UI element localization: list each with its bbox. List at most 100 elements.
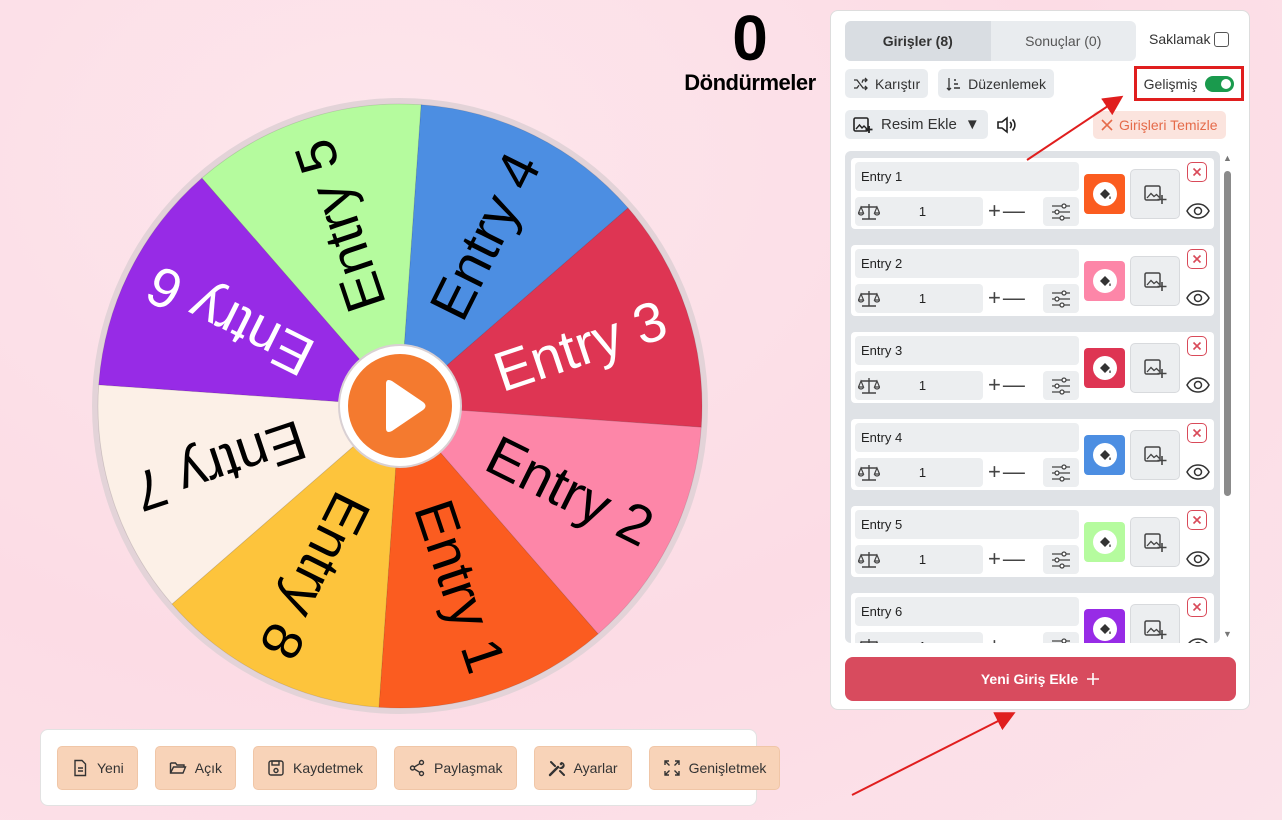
plus-icon[interactable]: +	[988, 633, 1003, 644]
weight-value[interactable]: 1	[880, 378, 965, 393]
entry-name-input[interactable]: Entry 1	[855, 162, 1079, 191]
add-image-dropdown[interactable]: Resim Ekle ▼	[845, 110, 988, 139]
plus-icon[interactable]: +	[988, 285, 1003, 310]
weight-field[interactable]: 1	[855, 458, 983, 487]
entries-scrollbar[interactable]: ▲ ▼	[1221, 151, 1233, 643]
weight-value[interactable]: 1	[880, 291, 965, 306]
entry-color-button[interactable]	[1084, 174, 1125, 214]
weight-stepper[interactable]: +—	[988, 460, 1027, 484]
plus-icon[interactable]: +	[988, 198, 1003, 223]
weight-value[interactable]: 1	[880, 639, 965, 643]
entry-color-button[interactable]	[1084, 522, 1125, 562]
clear-entries-button[interactable]: Girişleri Temizle	[1093, 111, 1226, 139]
share-button-label: Paylaşmak	[434, 759, 503, 776]
weight-field[interactable]: 1	[855, 197, 983, 226]
clear-x-icon	[1101, 119, 1113, 131]
entry-settings-button[interactable]	[1043, 545, 1079, 574]
settings-button-label: Ayarlar	[573, 759, 618, 776]
new-button[interactable]: Yeni	[57, 745, 138, 790]
paint-bucket-icon	[1099, 189, 1111, 199]
spin-button[interactable]	[338, 344, 462, 468]
settings-button[interactable]: Ayarlar	[533, 745, 632, 790]
weight-stepper[interactable]: +—	[988, 547, 1027, 571]
eye-icon[interactable]	[1186, 638, 1210, 643]
minus-icon[interactable]: —	[1003, 633, 1027, 644]
plus-icon[interactable]: +	[988, 546, 1003, 571]
entry-color-button[interactable]	[1084, 435, 1125, 475]
save-button[interactable]: Kaydetmek	[252, 745, 378, 790]
spinner-wheel[interactable]: Entry 1 Entry 2 Entry 3 Entry 4 Entry 5 Entry…	[90, 96, 710, 716]
entry-delete-button[interactable]	[1187, 423, 1207, 443]
sliders-icon	[1052, 202, 1070, 221]
weight-stepper[interactable]: +—	[988, 199, 1027, 223]
entry-name-input[interactable]: Entry 4	[855, 423, 1079, 452]
entry-name-input[interactable]: Entry 3	[855, 336, 1079, 365]
entry-delete-button[interactable]	[1187, 336, 1207, 356]
eye-icon[interactable]	[1186, 203, 1210, 219]
delete-x-icon	[1192, 341, 1202, 351]
minus-icon[interactable]: —	[1003, 372, 1027, 397]
entry-color-button[interactable]	[1084, 261, 1125, 301]
weight-field[interactable]: 1	[855, 371, 983, 400]
entry-settings-button[interactable]	[1043, 197, 1079, 226]
hide-option[interactable]: Saklamak	[1149, 31, 1230, 47]
entry-name-input[interactable]: Entry 5	[855, 510, 1079, 539]
tab-entries[interactable]: Girişler (8)	[845, 21, 991, 61]
eye-icon[interactable]	[1186, 464, 1210, 480]
entry-image-button[interactable]	[1130, 169, 1180, 219]
weight-value[interactable]: 1	[880, 204, 965, 219]
weight-value[interactable]: 1	[880, 552, 965, 567]
weight-stepper[interactable]: +—	[988, 633, 1027, 644]
advanced-switch[interactable]	[1205, 75, 1235, 92]
expand-button[interactable]: Genişletmek	[648, 745, 781, 790]
entry-delete-button[interactable]	[1187, 249, 1207, 269]
entry-image-button[interactable]	[1130, 517, 1180, 567]
image-add-icon	[1144, 185, 1167, 204]
weight-stepper[interactable]: +—	[988, 286, 1027, 310]
sort-button[interactable]: Düzenlemek	[938, 69, 1054, 98]
entry-settings-button[interactable]	[1043, 458, 1079, 487]
entry-image-button[interactable]	[1130, 343, 1180, 393]
scroll-thumb[interactable]	[1224, 171, 1231, 496]
entry-delete-button[interactable]	[1187, 162, 1207, 182]
entry-image-button[interactable]	[1130, 430, 1180, 480]
minus-icon[interactable]: —	[1003, 285, 1027, 310]
entry-delete-button[interactable]	[1187, 597, 1207, 617]
minus-icon[interactable]: —	[1003, 546, 1027, 571]
color-icon-badge	[1092, 530, 1117, 554]
share-button[interactable]: Paylaşmak	[394, 745, 517, 790]
eye-icon[interactable]	[1186, 290, 1210, 306]
eye-icon[interactable]	[1186, 377, 1210, 393]
weight-stepper[interactable]: +—	[988, 373, 1027, 397]
entry-image-button[interactable]	[1130, 256, 1180, 306]
shuffle-button[interactable]: Karıştır	[845, 69, 929, 98]
entry-settings-button[interactable]	[1043, 632, 1079, 643]
entry-name-input[interactable]: Entry 6	[855, 597, 1079, 626]
entry-color-button[interactable]	[1084, 609, 1125, 643]
scroll-up-icon[interactable]: ▲	[1223, 153, 1232, 163]
entry-delete-button[interactable]	[1187, 510, 1207, 530]
open-button[interactable]: Açık	[154, 745, 236, 790]
tab-results[interactable]: Sonuçlar (0)	[991, 21, 1137, 61]
entry-image-button[interactable]	[1130, 604, 1180, 643]
minus-icon[interactable]: —	[1003, 198, 1027, 223]
plus-icon[interactable]: +	[988, 459, 1003, 484]
hide-checkbox[interactable]	[1214, 31, 1230, 47]
entry-settings-button[interactable]	[1043, 371, 1079, 400]
entries-list[interactable]: Entry 1 1 +— Entry 2 1 +— Entry 3 1 +— Entry 4 1 +—…	[845, 151, 1220, 643]
plus-icon[interactable]: +	[988, 372, 1003, 397]
weight-field[interactable]: 1	[855, 545, 983, 574]
add-entry-button[interactable]: Yeni Giriş Ekle	[845, 657, 1236, 701]
advanced-toggle[interactable]: Gelişmiş	[1134, 66, 1244, 101]
scroll-down-icon[interactable]: ▼	[1223, 629, 1232, 639]
volume-icon[interactable]	[996, 115, 1018, 134]
entry-color-button[interactable]	[1084, 348, 1125, 388]
eye-icon[interactable]	[1186, 551, 1210, 567]
weight-field[interactable]: 1	[855, 632, 983, 643]
entry-settings-button[interactable]	[1043, 284, 1079, 313]
minus-icon[interactable]: —	[1003, 459, 1027, 484]
weight-field[interactable]: 1	[855, 284, 983, 313]
entry-name-input[interactable]: Entry 2	[855, 249, 1079, 278]
wheel-graphic[interactable]: Entry 1Entry 2Entry 3Entry 4Entry 5Entry…	[90, 96, 710, 716]
weight-value[interactable]: 1	[880, 465, 965, 480]
